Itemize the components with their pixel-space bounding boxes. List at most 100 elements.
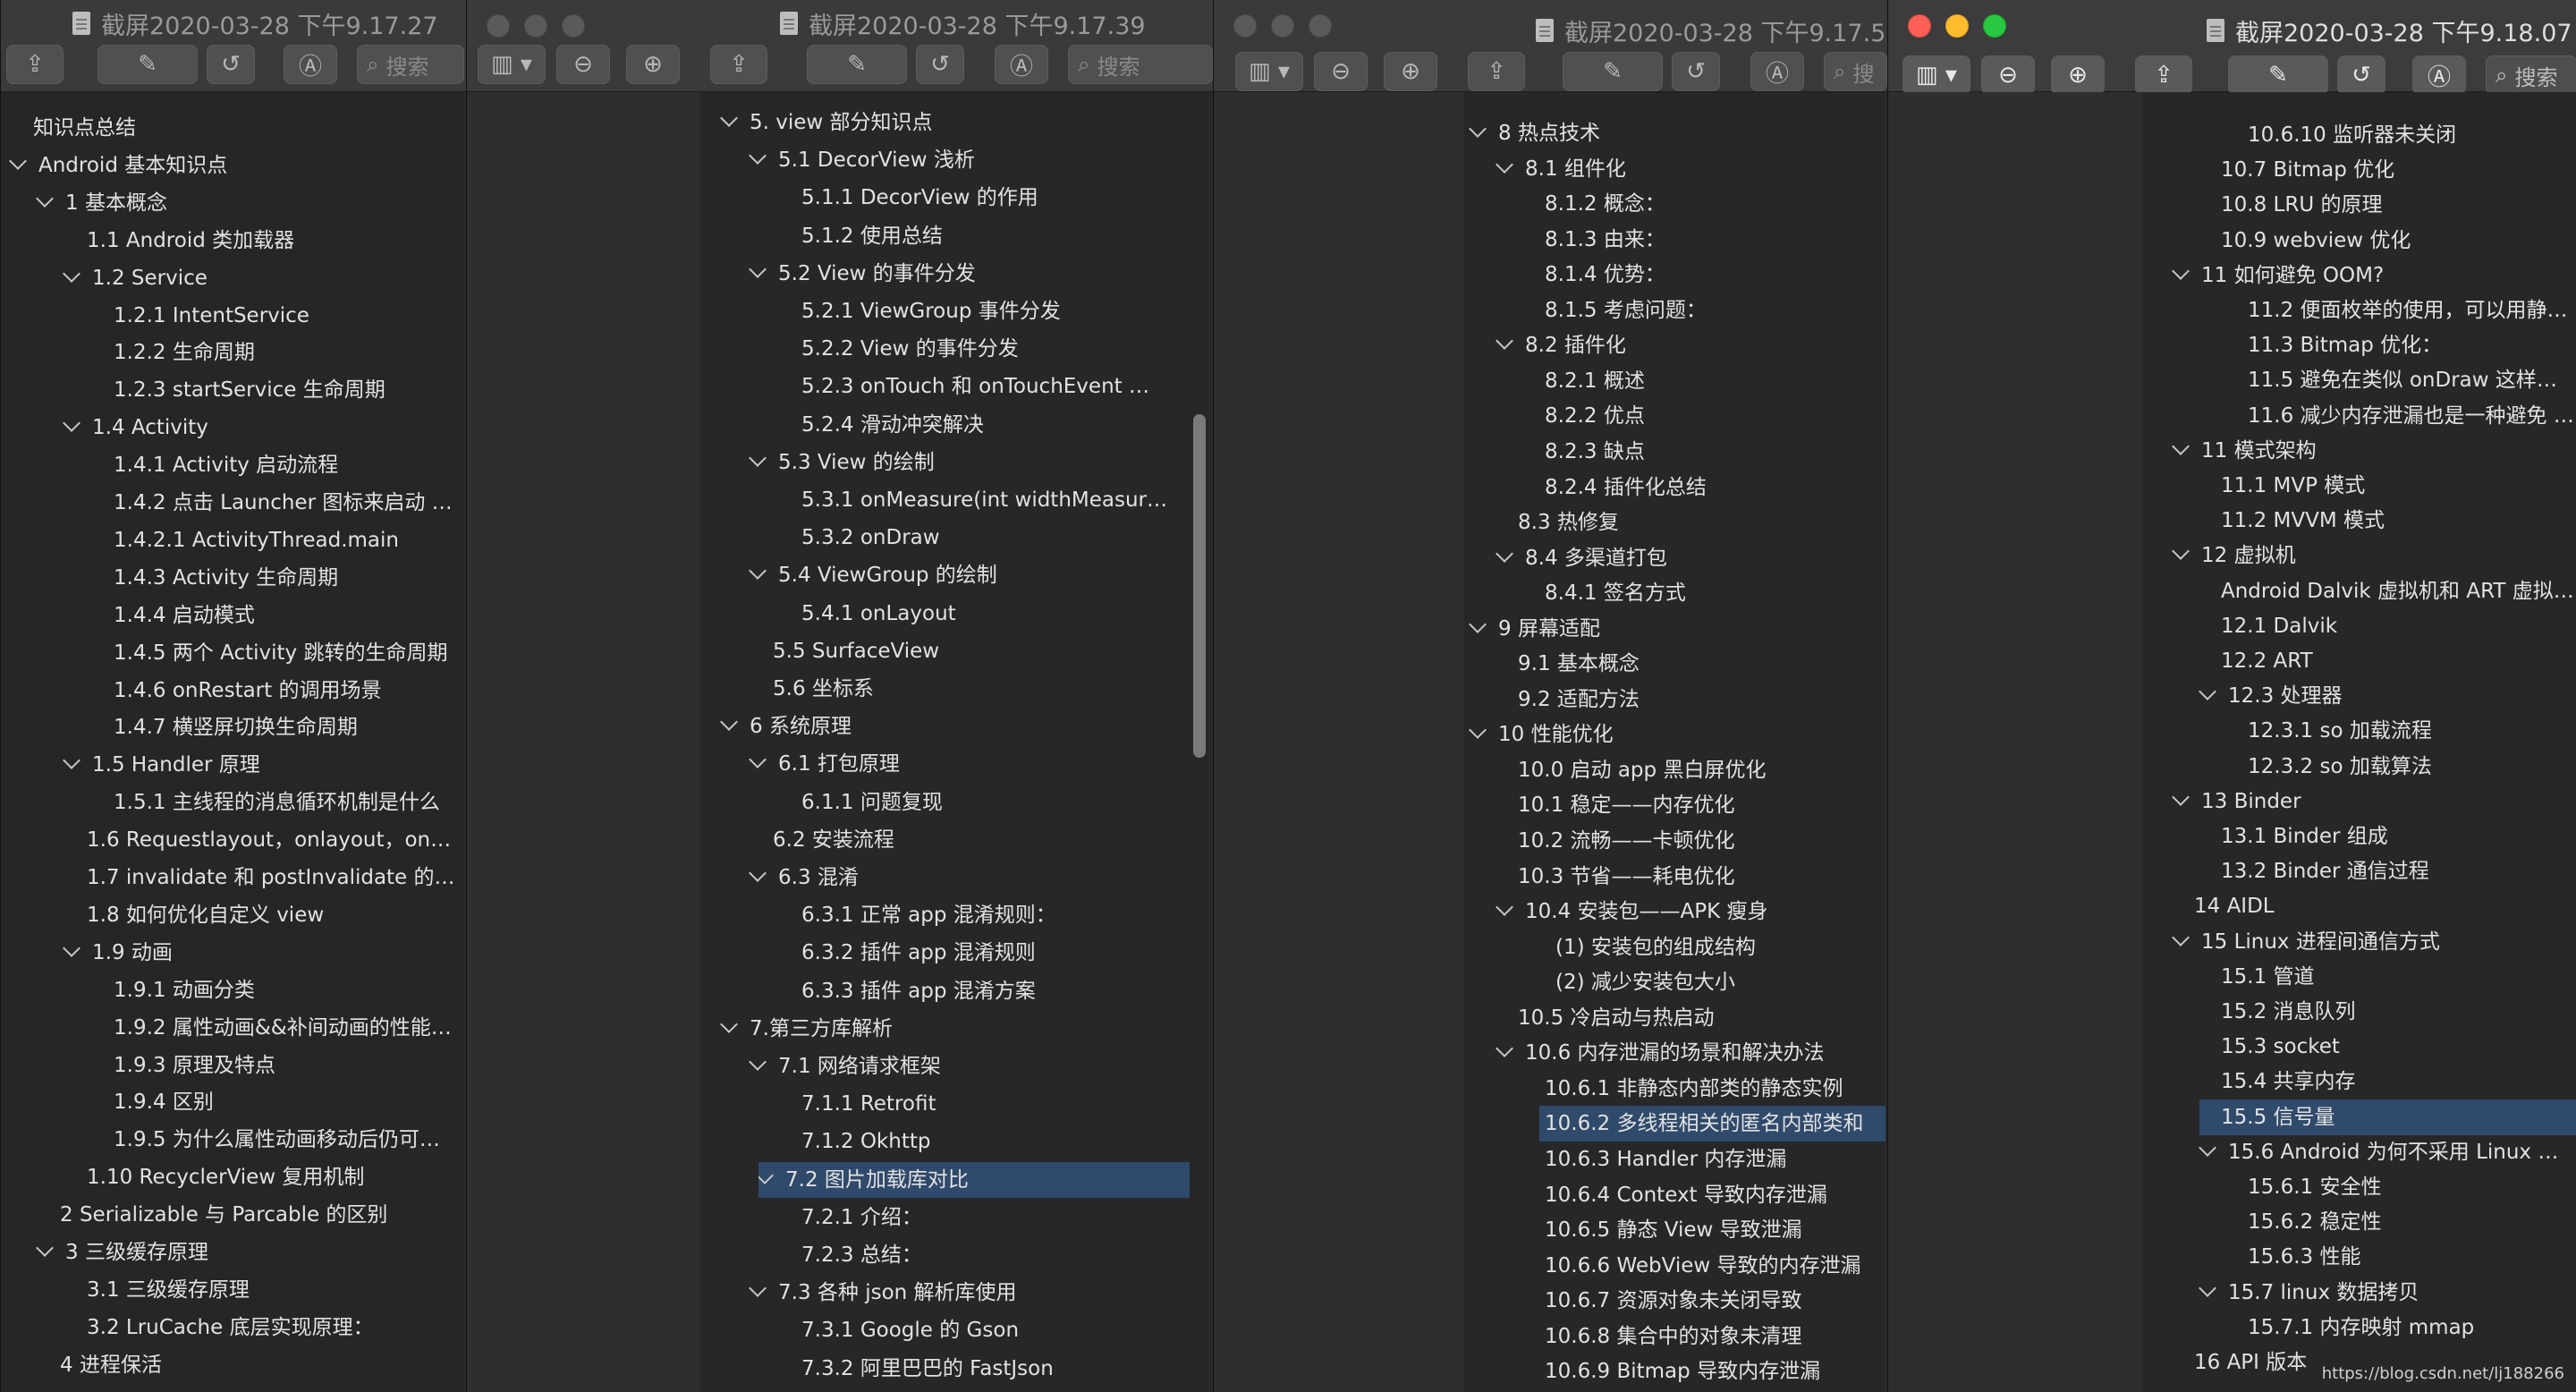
disclosure-chevron-icon[interactable]: [1496, 155, 1513, 174]
outline-item[interactable]: 7.1 网络请求框架: [699, 1048, 1211, 1084]
zoom-in-button[interactable]: ⊕: [2051, 55, 2105, 95]
outline-item[interactable]: 1.5 Handler 原理: [1, 747, 464, 783]
search-field[interactable]: ⌕ 搜索: [1068, 45, 1213, 84]
disclosure-chevron-icon[interactable]: [2172, 787, 2190, 806]
outline-item[interactable]: 5. view 部分知识点: [699, 105, 1211, 140]
outline-item[interactable]: 1.4.5 两个 Activity 跳转的生命周期: [1, 635, 464, 671]
outline-item[interactable]: 11.2 MVVM 模式: [2142, 503, 2576, 539]
disclosure-chevron-icon[interactable]: [1469, 615, 1487, 633]
outline-item[interactable]: 6.2 安装流程: [699, 822, 1211, 858]
disclosure-chevron-icon[interactable]: [749, 448, 767, 467]
outline-item[interactable]: 10.1 稳定——内存优化: [1464, 787, 1885, 823]
outline-item[interactable]: (2) 减少安装包大小: [1464, 964, 1885, 1000]
outline-item[interactable]: 1.10 RecyclerView 复用机制: [1, 1159, 464, 1195]
outline-item[interactable]: 10.3 节省——耗电优化: [1464, 859, 1885, 895]
outline-item[interactable]: 11 如何避免 OOM?: [2142, 258, 2576, 293]
outline-item[interactable]: 8.2.1 概述: [1464, 363, 1885, 399]
outline-item[interactable]: 知识点总结: [1, 110, 464, 146]
outline-item[interactable]: 15.6 Android 为何不采用 Linux 的通…: [2142, 1134, 2576, 1170]
outline-item[interactable]: 8.4 多渠道打包: [1464, 540, 1885, 576]
outline-item[interactable]: 5.3.2 onDraw: [699, 520, 1211, 556]
outline-item[interactable]: 13.2 Binder 通信过程: [2142, 853, 2576, 889]
outline-item[interactable]: 7.1.2 Okhttp: [699, 1124, 1211, 1159]
share-button[interactable]: ⇪: [1468, 52, 1525, 91]
minimize-button[interactable]: [524, 14, 547, 38]
outline-item[interactable]: 15 Linux 进程间通信方式: [2142, 924, 2576, 960]
disclosure-chevron-icon[interactable]: [2199, 683, 2216, 701]
outline-item[interactable]: 10.6.3 Handler 内存泄漏: [1464, 1142, 1885, 1177]
outline-item[interactable]: 13.1 Binder 组成: [2142, 819, 2576, 854]
outline-item[interactable]: 1.1 Android 类加载器: [1, 223, 464, 259]
outline-item[interactable]: 1.4 Activity: [1, 410, 464, 446]
outline-sidebar[interactable]: 8 热点技术 8.1 组件化 8.1.2 概念： 8.1.3 由来： 8.1.4 优势：…: [1464, 92, 1885, 1392]
outline-item[interactable]: Android 基本知识点: [1, 148, 464, 183]
outline-item[interactable]: 10.6 内存泄漏的场景和解决办法: [1464, 1035, 1885, 1071]
outline-item[interactable]: 11.6 减少内存泄漏也是一种避免 O…: [2142, 398, 2576, 434]
outline-item[interactable]: 5.1.1 DecorView 的作用: [699, 180, 1211, 216]
outline-item[interactable]: 9.1 基本概念: [1464, 646, 1885, 682]
sidebar-toggle-button[interactable]: ▥ ▾: [478, 45, 546, 84]
outline-item[interactable]: 10.6.8 集合中的对象未清理: [1464, 1319, 1885, 1354]
outline-item[interactable]: 10.6.10 监听器未关闭: [2142, 117, 2576, 153]
annotate-button[interactable]: Ⓐ: [2412, 55, 2466, 95]
disclosure-chevron-icon[interactable]: [749, 864, 767, 882]
outline-item[interactable]: 12.2 ART: [2142, 643, 2576, 679]
rotate-button[interactable]: ↺: [2337, 55, 2385, 95]
outline-item[interactable]: 1.6 Requestlayout，onlayout，onDra…: [1, 822, 464, 858]
outline-item[interactable]: 1.4.4 启动模式: [1, 598, 464, 633]
outline-item[interactable]: 7.1.1 Retrofit: [699, 1086, 1211, 1122]
outline-item[interactable]: 8.4.1 签名方式: [1464, 575, 1885, 611]
search-field[interactable]: ⌕ 搜索: [2486, 55, 2576, 95]
outline-item[interactable]: 1.9.3 原理及特点: [1, 1048, 464, 1083]
zoom-button[interactable]: [1309, 14, 1332, 38]
outline-item[interactable]: 5.6 坐标系: [699, 671, 1211, 707]
outline-item[interactable]: 7.2 图片加载库对比: [758, 1161, 1190, 1198]
outline-item[interactable]: 1.4.7 横竖屏切换生命周期: [1, 709, 464, 745]
disclosure-chevron-icon[interactable]: [63, 414, 80, 433]
disclosure-chevron-icon[interactable]: [749, 1279, 767, 1298]
outline-item[interactable]: 5.2.4 滑动冲突解决: [699, 407, 1211, 443]
search-field[interactable]: ⌕ 搜索: [357, 45, 464, 84]
disclosure-chevron-icon[interactable]: [63, 751, 80, 770]
scrollbar[interactable]: [1193, 414, 1206, 758]
annotate-button[interactable]: Ⓐ: [1750, 52, 1804, 91]
outline-item[interactable]: 1.2 Service: [1, 260, 464, 296]
outline-item[interactable]: 15.6.1 安全性: [2142, 1169, 2576, 1205]
outline-item[interactable]: 5.4.1 onLayout: [699, 596, 1211, 632]
zoom-button[interactable]: [1983, 14, 2006, 38]
outline-item[interactable]: 15.5 信号量: [2199, 1099, 2576, 1135]
outline-item[interactable]: 15.6.2 稳定性: [2142, 1204, 2576, 1240]
outline-item[interactable]: 5.1.2 使用总结: [699, 218, 1211, 254]
outline-item[interactable]: 1.9.2 属性动画&&补间动画的性能…: [1, 1010, 464, 1046]
outline-item[interactable]: 7.2.3 总结：: [699, 1237, 1211, 1273]
outline-item[interactable]: 8 热点技术: [1464, 115, 1885, 151]
zoom-out-button[interactable]: ⊖: [1314, 52, 1368, 91]
disclosure-chevron-icon[interactable]: [2172, 542, 2190, 561]
sidebar-toggle-button[interactable]: ▥ ▾: [1902, 55, 1970, 95]
disclosure-chevron-icon[interactable]: [1496, 544, 1513, 563]
outline-item[interactable]: 10 性能优化: [1464, 717, 1885, 752]
outline-item[interactable]: 12.3.1 so 加载流程: [2142, 713, 2576, 749]
disclosure-chevron-icon[interactable]: [2199, 1278, 2216, 1297]
outline-item[interactable]: 10.4 安装包——APK 瘦身: [1464, 894, 1885, 929]
outline-item[interactable]: 11.1 MVP 模式: [2142, 468, 2576, 504]
outline-sidebar[interactable]: 5. view 部分知识点 5.1 DecorView 浅析 5.1.1 Decor…: [699, 92, 1211, 1392]
disclosure-chevron-icon[interactable]: [1469, 120, 1487, 138]
disclosure-chevron-icon[interactable]: [749, 147, 767, 166]
disclosure-chevron-icon[interactable]: [2172, 928, 2190, 946]
outline-item[interactable]: 7.3.1 Google 的 Gson: [699, 1312, 1211, 1348]
minimize-button[interactable]: [1945, 14, 1969, 38]
outline-item[interactable]: 10.6.5 静态 View 导致泄漏: [1464, 1212, 1885, 1248]
outline-item[interactable]: 15.1 管道: [2142, 959, 2576, 995]
outline-item[interactable]: 15.2 消息队列: [2142, 994, 2576, 1030]
outline-item[interactable]: 11.3 Bitmap 优化：: [2142, 327, 2576, 363]
disclosure-chevron-icon[interactable]: [2172, 261, 2190, 280]
disclosure-chevron-icon[interactable]: [758, 1166, 774, 1184]
disclosure-chevron-icon[interactable]: [749, 562, 767, 581]
outline-item[interactable]: 10.5 冷启动与热启动: [1464, 1000, 1885, 1036]
share-button[interactable]: ⇪: [710, 45, 767, 84]
outline-item[interactable]: Android Dalvik 虚拟机和 ART 虚拟机…: [2142, 573, 2576, 609]
outline-item[interactable]: 5.2.1 ViewGroup 事件分发: [699, 293, 1211, 329]
outline-item[interactable]: 4 进程保活: [1, 1347, 464, 1383]
outline-item[interactable]: 3.1 三级缓存原理: [1, 1272, 464, 1308]
